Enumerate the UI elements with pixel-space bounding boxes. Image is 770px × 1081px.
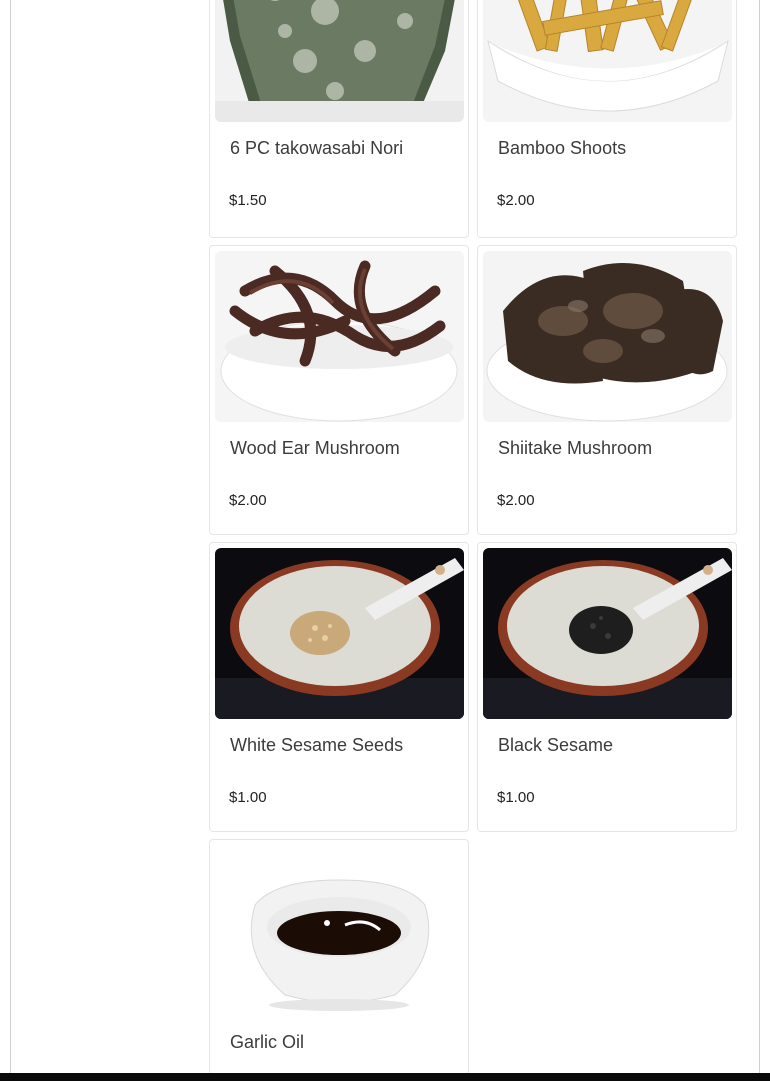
bottom-bar xyxy=(0,1073,770,1081)
menu-item-name: Black Sesame xyxy=(498,735,614,755)
menu-item-card[interactable]: Garlic Oil xyxy=(209,839,469,1081)
menu-item-price: $1.00 xyxy=(497,789,535,806)
menu-item-card[interactable]: Bamboo Shoots $2.00 xyxy=(477,0,737,238)
menu-item-card[interactable]: Wood Ear Mushroom $2.00 xyxy=(209,245,469,535)
menu-item-name: Shiitake Mushroom xyxy=(498,438,653,458)
shiitake-mushroom-image xyxy=(483,251,732,422)
menu-item-card[interactable]: Black Sesame $1.00 xyxy=(477,542,737,832)
garlic-oil-image xyxy=(215,845,464,1016)
menu-item-price: $2.00 xyxy=(229,492,267,509)
menu-item-name: Garlic Oil xyxy=(230,1032,305,1052)
menu-item-price: $1.00 xyxy=(229,789,267,806)
menu-item-price: $2.00 xyxy=(497,492,535,509)
category-sidebar xyxy=(11,0,205,1073)
wood-ear-mushroom-image xyxy=(215,251,464,422)
menu-item-card[interactable]: Shiitake Mushroom $2.00 xyxy=(477,245,737,535)
menu-item-card[interactable]: White Sesame Seeds $1.00 xyxy=(209,542,469,832)
menu-item-card[interactable]: 6 PC takowasabi Nori $1.50 xyxy=(209,0,469,238)
bamboo-shoots-image xyxy=(483,0,732,122)
menu-item-name: Wood Ear Mushroom xyxy=(230,438,400,458)
menu-item-name: 6 PC takowasabi Nori xyxy=(230,138,404,158)
nori-seaweed-image xyxy=(215,0,464,122)
menu-item-name: White Sesame Seeds xyxy=(230,735,404,755)
menu-item-name: Bamboo Shoots xyxy=(498,138,627,158)
menu-item-price: $2.00 xyxy=(497,192,535,209)
white-sesame-image xyxy=(215,548,464,719)
black-sesame-image xyxy=(483,548,732,719)
menu-item-price: $1.50 xyxy=(229,192,267,209)
